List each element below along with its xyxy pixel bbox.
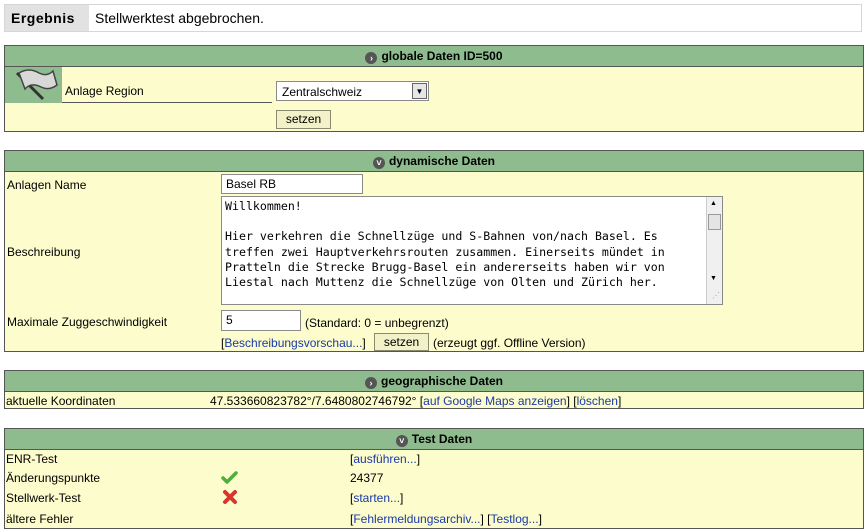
global-data-header[interactable]: › globale Daten ID=500 bbox=[5, 46, 863, 67]
geo-data-header[interactable]: › geographische Daten bbox=[5, 371, 863, 392]
stellwerk-test-label: Stellwerk-Test bbox=[6, 491, 81, 505]
result-label: Ergebnis bbox=[5, 5, 89, 31]
enr-test-row: [ausführen...] bbox=[350, 452, 421, 466]
test-data-header[interactable]: ˅ Test Daten bbox=[5, 429, 863, 450]
change-points-value: 24377 bbox=[350, 471, 384, 485]
error-archive-link[interactable]: Fehlermeldungsarchiv... bbox=[353, 512, 480, 526]
region-label: Anlage Region bbox=[65, 84, 144, 98]
collapse-icon: › bbox=[365, 52, 378, 64]
scroll-thumb[interactable] bbox=[708, 214, 721, 230]
max-speed-hint: (Standard: 0 = unbegrenzt) bbox=[305, 316, 449, 330]
dynamic-data-title: dynamische Daten bbox=[388, 154, 496, 168]
stellwerk-start-link[interactable]: starten... bbox=[353, 491, 400, 505]
coordinates-row: 47.533660823782°/7.6480802746792° [auf G… bbox=[210, 394, 622, 408]
google-maps-link[interactable]: auf Google Maps anzeigen bbox=[423, 394, 566, 408]
scroll-down-icon[interactable]: ▼ bbox=[710, 275, 717, 282]
result-bar: Ergebnis Stellwerktest abgebrochen. bbox=[4, 4, 862, 32]
older-errors-label: ältere Fehler bbox=[6, 512, 74, 526]
collapse-icon: ˅ bbox=[372, 157, 385, 169]
change-points-label: Änderungspunkte bbox=[6, 471, 101, 485]
test-data-panel: ˅ Test Daten ENR-Test [ausführen...] Ände… bbox=[4, 428, 864, 529]
cross-icon bbox=[223, 490, 237, 504]
global-data-panel: › globale Daten ID=500 Anlage Region Zent… bbox=[4, 45, 864, 132]
coordinates-label: aktuelle Koordinaten bbox=[6, 394, 116, 408]
result-message: Stellwerktest abgebrochen. bbox=[95, 10, 264, 26]
region-select-value: Zentralschweiz bbox=[282, 85, 363, 99]
resize-grip-icon[interactable]: ⋰ bbox=[712, 291, 720, 300]
test-data-title: Test Daten bbox=[411, 432, 473, 446]
flag-icon bbox=[15, 69, 58, 101]
dynamic-data-header[interactable]: ˅ dynamische Daten bbox=[5, 151, 863, 172]
enr-run-link[interactable]: ausführen... bbox=[353, 452, 416, 466]
coordinates-value: 47.533660823782°/7.6480802746792° bbox=[210, 394, 417, 408]
description-label: Beschreibung bbox=[7, 245, 81, 259]
name-label: Anlagen Name bbox=[7, 178, 87, 192]
testlog-link[interactable]: Testlog... bbox=[491, 512, 539, 526]
chevron-down-icon[interactable]: ▼ bbox=[412, 83, 427, 99]
global-data-title: globale Daten ID=500 bbox=[381, 49, 503, 63]
delete-coordinates-link[interactable]: löschen bbox=[577, 394, 618, 408]
older-errors-row: [Fehlermeldungsarchiv...] [Testlog...] bbox=[350, 512, 542, 526]
geo-data-title: geographische Daten bbox=[380, 374, 504, 388]
stellwerk-test-row: [starten...] bbox=[350, 491, 404, 505]
enr-test-label: ENR-Test bbox=[6, 452, 58, 466]
region-select[interactable]: Zentralschweiz ▼ bbox=[276, 81, 429, 101]
dynamic-set-button[interactable]: setzen bbox=[374, 333, 429, 351]
geo-data-panel: › geographische Daten aktuelle Koordinate… bbox=[4, 370, 864, 409]
global-set-button[interactable]: setzen bbox=[276, 110, 331, 129]
scroll-up-icon[interactable]: ▲ bbox=[710, 200, 717, 207]
flag-icon-box bbox=[5, 67, 62, 103]
description-scrollbar[interactable]: ▲ ▼ ⋰ bbox=[706, 197, 722, 304]
description-text: Willkommen! Hier verkehren die Schnellzü… bbox=[225, 199, 665, 290]
preview-link-row: [Beschreibungsvorschau...] bbox=[221, 336, 366, 350]
name-input[interactable]: Basel RB bbox=[221, 174, 363, 194]
dynamic-data-panel: ˅ dynamische Daten Anlagen Name Basel RB … bbox=[4, 150, 864, 352]
description-preview-link[interactable]: Beschreibungsvorschau... bbox=[224, 336, 362, 350]
max-speed-label: Maximale Zuggeschwindigkeit bbox=[7, 315, 168, 329]
check-icon bbox=[221, 471, 238, 484]
offline-hint: (erzeugt ggf. Offline Version) bbox=[433, 336, 586, 350]
collapse-icon: ˅ bbox=[395, 435, 408, 447]
collapse-icon: › bbox=[364, 377, 377, 389]
region-divider bbox=[62, 102, 272, 103]
max-speed-input[interactable]: 5 bbox=[221, 310, 301, 331]
description-textarea[interactable]: Willkommen! Hier verkehren die Schnellzü… bbox=[221, 196, 723, 305]
